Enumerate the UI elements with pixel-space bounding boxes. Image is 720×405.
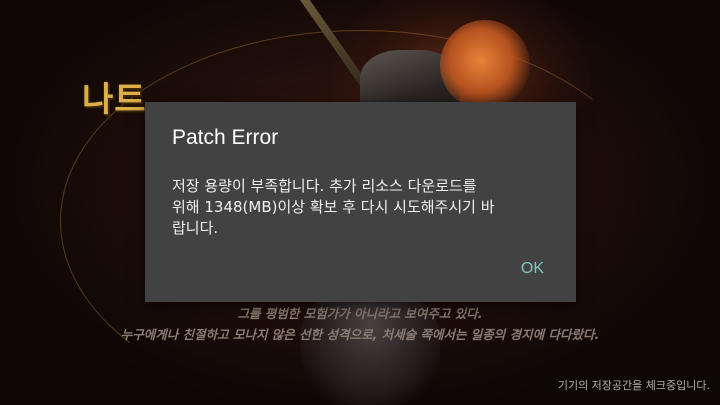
story-text-line-1: 그를 평범한 모험가가 아니라고 보여주고 있다. [237, 306, 483, 321]
game-logo: 나트 [82, 80, 147, 120]
dialog-title: Patch Error [172, 126, 279, 149]
dialog-message: 저장 용량이 부족합니다. 추가 리소스 다운로드를 위해 1348(MB)이상… [172, 177, 495, 237]
storage-check-status: 기기의 저장공간을 체크중입니다. [557, 379, 710, 392]
game-screen: 나트 그를 평범한 모험가가 아니라고 보여주고 있다. 누구에게나 친절하고 … [0, 0, 720, 405]
character-hair [440, 20, 530, 110]
patch-error-dialog: Patch Error 저장 용량이 부족합니다. 추가 리소스 다운로드를 위… [145, 102, 576, 302]
story-text-line-2: 누구에게나 친절하고 모나지 않은 선한 성격으로, 처세술 쪽에서는 일종의 … [120, 327, 600, 342]
ok-button[interactable]: OK [515, 256, 550, 282]
